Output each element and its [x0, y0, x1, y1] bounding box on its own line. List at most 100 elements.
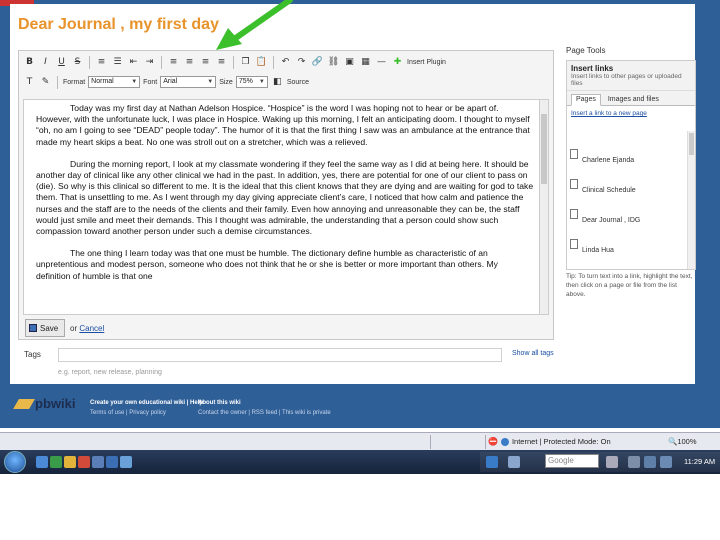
align-justify-icon[interactable]: ≡: [215, 56, 228, 69]
save-label: Save: [40, 323, 59, 333]
tags-label: Tags: [24, 350, 41, 359]
insert-links-header: Insert links Insert links to other pages…: [567, 61, 695, 91]
tab-pages[interactable]: Pages: [571, 94, 601, 106]
list-item[interactable]: Clinical Schedule: [567, 179, 685, 209]
globe-icon: [500, 437, 509, 446]
plugin-icon[interactable]: ✚: [391, 56, 404, 69]
warning-icon: ⛔: [488, 437, 498, 446]
unlink-icon[interactable]: ⛓: [327, 56, 340, 69]
show-all-tags-link[interactable]: Show all tags: [512, 350, 554, 357]
insert-links-description: Insert links to other pages or uploaded …: [571, 73, 682, 87]
numbered-list-icon[interactable]: ≡: [95, 56, 108, 69]
insert-new-page-link[interactable]: Insert a link to a new page: [567, 106, 695, 121]
quicklaunch-icon[interactable]: [92, 456, 104, 468]
volume-icon[interactable]: [660, 456, 672, 468]
search-go-icon[interactable]: [606, 456, 618, 468]
rich-text-editor: B I U S ≡ ☰ ⇤ ⇥ ≡ ≡ ≡ ≡ ❐ 📋 ↶ ↷ 🔗 ⛓ ▣ ▦ …: [18, 50, 554, 340]
status-divider: [430, 435, 431, 449]
document-icon: [570, 239, 578, 249]
footer-create-wiki-link[interactable]: Create your own educational wiki | Help: [90, 398, 203, 408]
tags-input[interactable]: [58, 348, 502, 362]
text-color-icon[interactable]: T: [23, 76, 36, 89]
search-input[interactable]: Google: [545, 454, 599, 468]
source-button[interactable]: Source: [287, 79, 309, 86]
bold-icon[interactable]: B: [23, 56, 36, 69]
toolbar-row-1: B I U S ≡ ☰ ⇤ ⇥ ≡ ≡ ≡ ≡ ❐ 📋 ↶ ↷ 🔗 ⛓ ▣ ▦ …: [23, 53, 446, 71]
journal-paragraph: Today was my first day at Nathan Adelson…: [36, 103, 530, 147]
toolbar-divider: [89, 55, 90, 69]
tab-images-and-files[interactable]: Images and files: [603, 94, 664, 105]
start-button[interactable]: [4, 451, 26, 473]
footer-contact-link[interactable]: Contact the owner | RSS feed | This wiki…: [198, 408, 331, 418]
font-value: Arial: [163, 78, 178, 85]
outdent-icon[interactable]: ⇤: [127, 56, 140, 69]
editor-scrollbar-thumb[interactable]: [541, 114, 547, 184]
network-icon[interactable]: [644, 456, 656, 468]
quicklaunch-icon[interactable]: [120, 456, 132, 468]
undo-icon[interactable]: ↶: [279, 56, 292, 69]
page-card: Dear Journal , my first day B I U S ≡ ☰ …: [10, 4, 696, 384]
page-name: Charlene Ejanda: [582, 157, 635, 164]
size-select[interactable]: 75% ▼: [235, 76, 268, 88]
page-list-scrollbar[interactable]: [687, 131, 695, 269]
browser-status-bar: ⛔ Internet | Protected Mode: On 🔍100%: [0, 432, 720, 450]
list-item[interactable]: Charlene Ejanda: [567, 149, 685, 179]
ie-taskbar-icon[interactable]: [486, 456, 498, 468]
strikethrough-icon[interactable]: S: [71, 56, 84, 69]
security-zone[interactable]: ⛔ Internet | Protected Mode: On: [488, 437, 611, 446]
zone-text: Internet | Protected Mode: On: [511, 437, 611, 446]
list-item[interactable]: Linda Hua: [567, 239, 685, 269]
link-icon[interactable]: 🔗: [311, 56, 324, 69]
zoom-level[interactable]: 🔍100%: [668, 437, 697, 446]
paste-icon[interactable]: 📋: [255, 56, 268, 69]
list-item[interactable]: Dear Journal , IDG: [567, 209, 685, 239]
cancel-link[interactable]: Cancel: [79, 324, 104, 333]
quicklaunch-icon[interactable]: [64, 456, 76, 468]
underline-icon[interactable]: U: [55, 56, 68, 69]
taskbar-clock[interactable]: 11:29 AM: [684, 457, 715, 466]
source-icon[interactable]: ◧: [271, 76, 284, 89]
tags-hint: e.g. report, new release, planning: [58, 369, 162, 376]
size-label: Size: [219, 78, 233, 86]
align-left-icon[interactable]: ≡: [167, 56, 180, 69]
align-right-icon[interactable]: ≡: [199, 56, 212, 69]
show-desktop-icon[interactable]: [36, 456, 48, 468]
editor-scrollbar[interactable]: [539, 100, 548, 314]
bullet-list-icon[interactable]: ☰: [111, 56, 124, 69]
logo-text: pbwiki: [35, 396, 76, 411]
tray-icon[interactable]: [628, 456, 640, 468]
font-select[interactable]: Arial ▼: [160, 76, 217, 88]
journal-paragraph: During the morning report, I look at my …: [36, 158, 534, 237]
pencil-icon: [13, 398, 35, 409]
toolbar-divider: [233, 55, 234, 69]
quicklaunch-icon[interactable]: [50, 456, 62, 468]
document-icon: [570, 149, 578, 159]
pbwiki-logo[interactable]: pbwiki: [13, 396, 76, 411]
page-list-scrollbar-thumb[interactable]: [689, 133, 694, 155]
status-divider: [485, 435, 486, 449]
page-name: Linda Hua: [582, 247, 614, 254]
horizontal-rule-icon[interactable]: —: [375, 56, 388, 69]
table-icon[interactable]: ▦: [359, 56, 372, 69]
taskbar-app-icon[interactable]: [508, 456, 520, 468]
quicklaunch-icon[interactable]: [78, 456, 90, 468]
italic-icon[interactable]: I: [39, 56, 52, 69]
highlight-color-icon[interactable]: ✎: [39, 76, 52, 89]
insert-links-panel: Insert links Insert links to other pages…: [566, 60, 696, 270]
indent-icon[interactable]: ⇥: [143, 56, 156, 69]
align-center-icon[interactable]: ≡: [183, 56, 196, 69]
insert-plugin-button[interactable]: Insert Plugin: [407, 59, 446, 66]
save-button[interactable]: Save: [25, 319, 65, 337]
redo-icon[interactable]: ↷: [295, 56, 308, 69]
insert-links-tabs: Pages Images and files: [567, 91, 695, 106]
format-label: Format: [63, 78, 86, 86]
image-icon[interactable]: ▣: [343, 56, 356, 69]
format-value: Normal: [91, 78, 114, 85]
quicklaunch-icon[interactable]: [106, 456, 118, 468]
format-select[interactable]: Normal ▼: [88, 76, 141, 88]
copy-icon[interactable]: ❐: [239, 56, 252, 69]
page-name: Dear Journal , IDG: [582, 217, 641, 224]
footer-terms-link[interactable]: Terms of use | Privacy policy: [90, 408, 203, 418]
zoom-icon: 🔍: [668, 437, 678, 446]
editor-content-area[interactable]: Today was my first day at Nathan Adelson…: [23, 99, 549, 315]
